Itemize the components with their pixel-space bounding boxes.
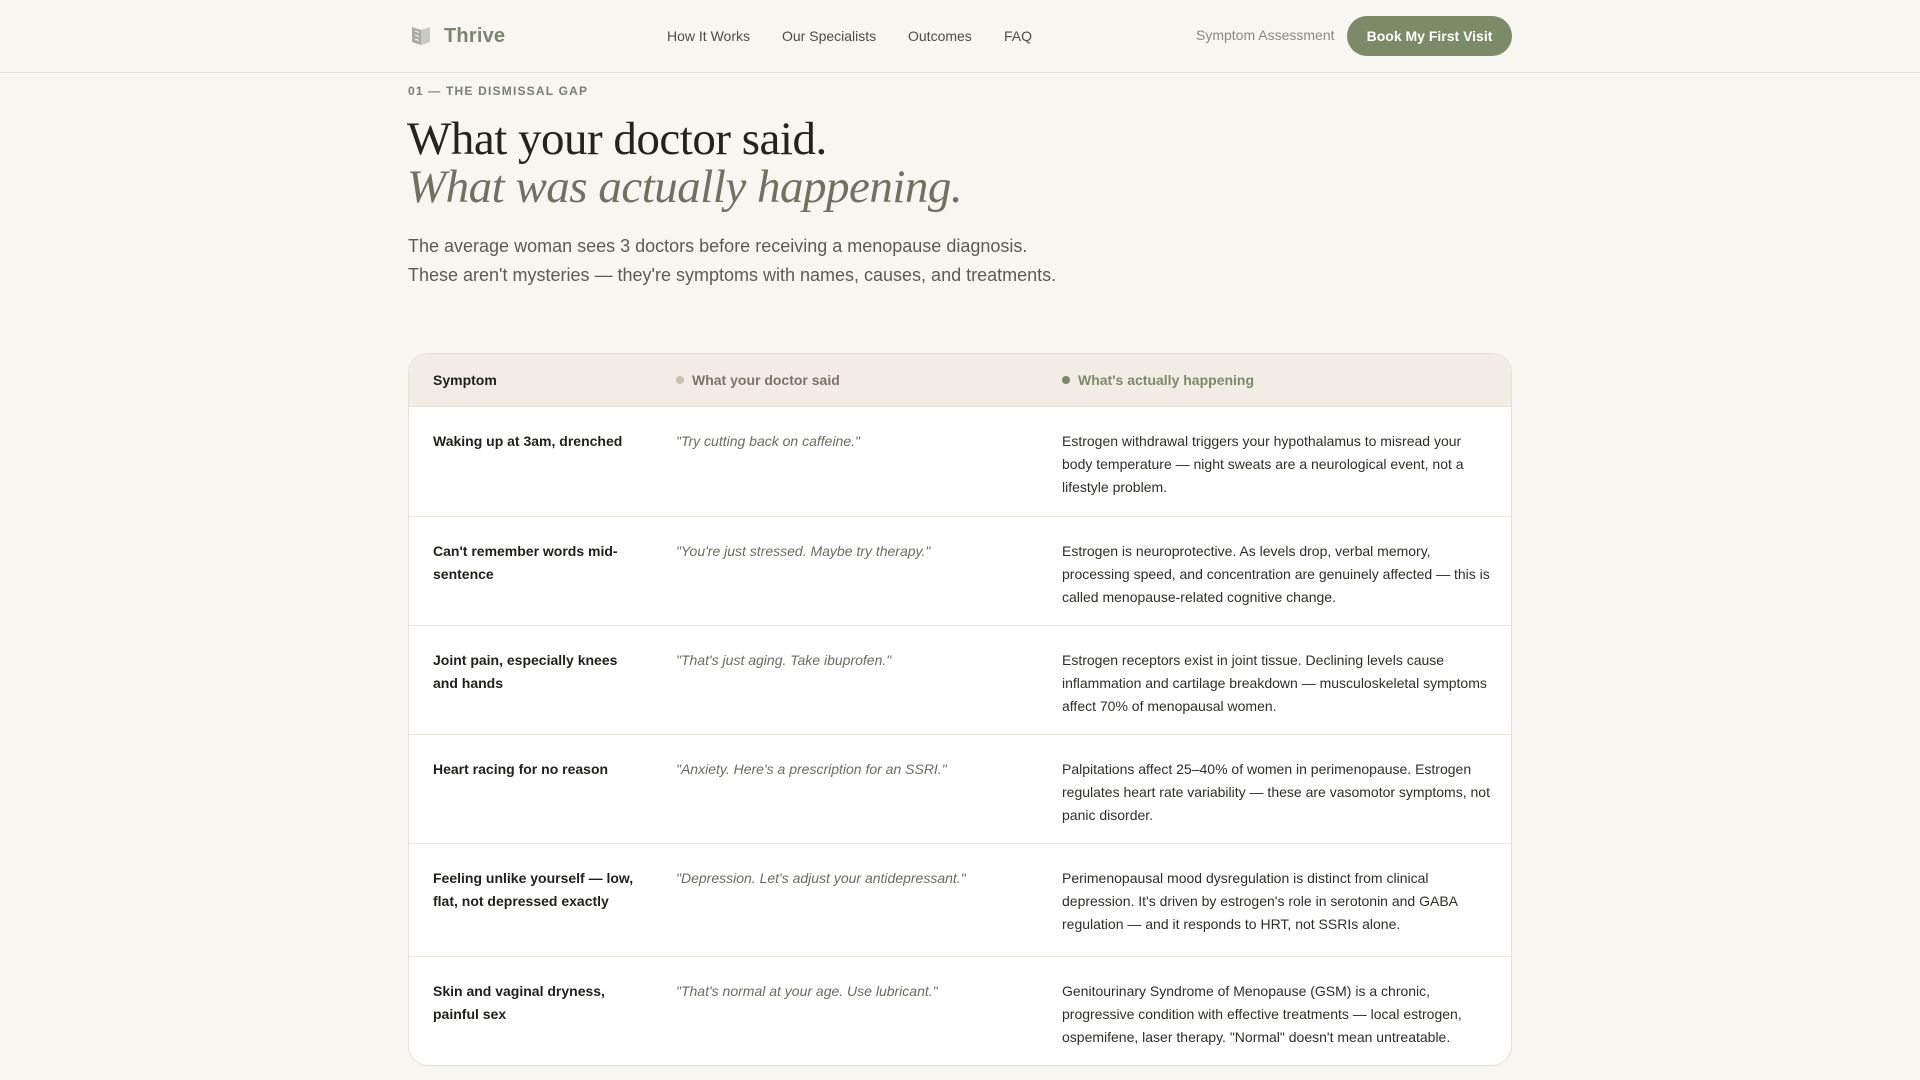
nav-how-it-works[interactable]: How It Works xyxy=(667,28,750,44)
explanation-cell: Palpitations affect 25–40% of women in p… xyxy=(1062,761,1490,823)
header-actually-happening: What's actually happening xyxy=(1062,372,1254,388)
header-symptom-label: Symptom xyxy=(433,372,497,388)
section-eyebrow: 01 — THE DISMISSAL GAP xyxy=(408,84,589,98)
symptom-assessment-link[interactable]: Symptom Assessment xyxy=(1196,27,1335,43)
table-header: Symptom What your doctor said What's act… xyxy=(409,354,1511,407)
doctor-quote-cell: "Try cutting back on caffeine." xyxy=(676,433,860,449)
nav-our-specialists[interactable]: Our Specialists xyxy=(782,28,876,44)
table-row: Can't remember words mid-sentence "You'r… xyxy=(409,517,1511,626)
doctor-quote-cell: "Depression. Let's adjust your antidepre… xyxy=(676,870,966,886)
nav-faq[interactable]: FAQ xyxy=(1004,28,1032,44)
doctor-quote-cell: "That's normal at your age. Use lubrican… xyxy=(676,983,938,999)
symptom-cell: Can't remember words mid-sentence xyxy=(433,543,618,582)
doctor-quote-cell: "Anxiety. Here's a prescription for an S… xyxy=(676,761,947,777)
nav-outcomes[interactable]: Outcomes xyxy=(908,28,972,44)
neutral-dot-icon xyxy=(676,376,684,384)
site-header: Thrive How It Works Our Specialists Outc… xyxy=(0,0,1920,73)
explanation-cell: Estrogen is neuroprotective. As levels d… xyxy=(1062,543,1490,605)
table-row: Feeling unlike yourself — low, flat, not… xyxy=(409,844,1511,957)
symptom-comparison-table: Symptom What your doctor said What's act… xyxy=(408,353,1512,1066)
section-title: What your doctor said. xyxy=(407,113,827,165)
brand-logo-link[interactable]: Thrive xyxy=(408,22,505,50)
brand-name: Thrive xyxy=(444,24,506,47)
section-title-italic: What was actually happening. xyxy=(407,161,963,213)
leaf-logo-icon xyxy=(412,27,430,45)
explanation-cell: Genitourinary Syndrome of Menopause (GSM… xyxy=(1062,983,1462,1045)
table-row: Waking up at 3am, drenched "Try cutting … xyxy=(409,407,1511,517)
header-doctor-label: What your doctor said xyxy=(692,372,840,388)
table-row: Joint pain, especially knees and hands "… xyxy=(409,626,1511,735)
section-lede: The average woman sees 3 doctors before … xyxy=(408,232,1128,290)
doctor-quote-cell: "You're just stressed. Maybe try therapy… xyxy=(676,543,931,559)
symptom-cell: Joint pain, especially knees and hands xyxy=(433,652,618,691)
header-doctor-said: What your doctor said xyxy=(676,372,840,388)
table-row: Skin and vaginal dryness, painful sex "T… xyxy=(409,957,1511,1065)
symptom-cell: Waking up at 3am, drenched xyxy=(433,433,623,449)
header-actual-label: What's actually happening xyxy=(1078,372,1255,388)
book-first-visit-button[interactable]: Book My First Visit xyxy=(1347,16,1512,56)
symptom-cell: Feeling unlike yourself — low, flat, not… xyxy=(433,870,634,909)
symptom-cell: Heart racing for no reason xyxy=(433,761,609,777)
header-symptom: Symptom xyxy=(433,372,497,388)
accent-dot-icon xyxy=(1062,376,1070,384)
lede-line-2: These aren't mysteries — they're symptom… xyxy=(408,265,1057,285)
lede-line-1: The average woman sees 3 doctors before … xyxy=(408,236,1028,256)
explanation-cell: Perimenopausal mood dysregulation is dis… xyxy=(1062,870,1458,932)
explanation-cell: Estrogen receptors exist in joint tissue… xyxy=(1062,652,1487,714)
explanation-cell: Estrogen withdrawal triggers your hypoth… xyxy=(1062,433,1464,495)
doctor-quote-cell: "That's just aging. Take ibuprofen." xyxy=(676,652,892,668)
table-row: Heart racing for no reason "Anxiety. Her… xyxy=(409,735,1511,844)
symptom-cell: Skin and vaginal dryness, painful sex xyxy=(433,983,605,1022)
